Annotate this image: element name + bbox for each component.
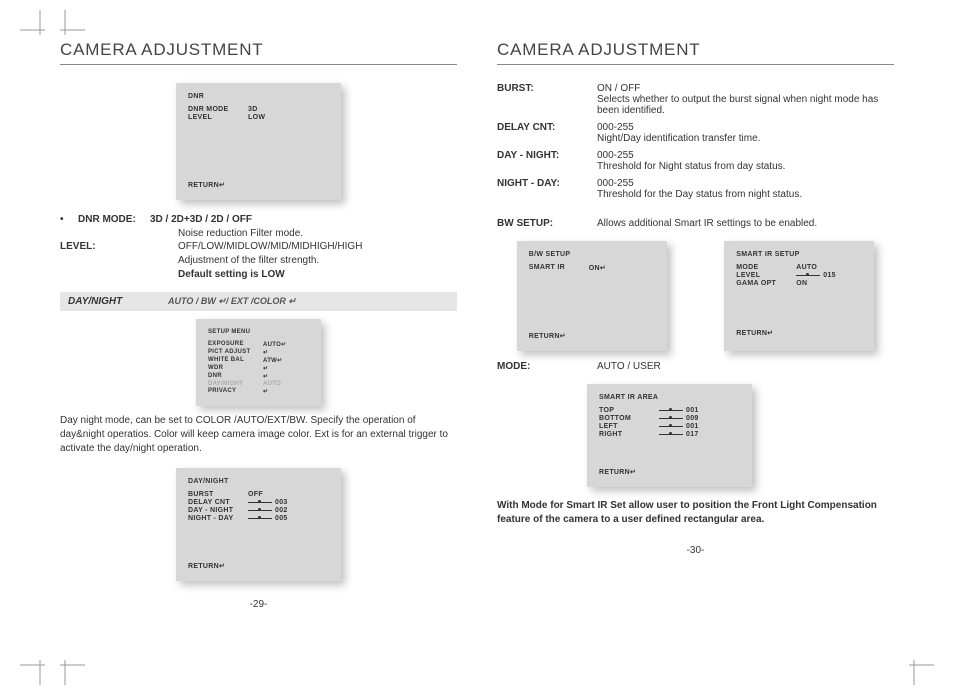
bullet-icon: • [60, 214, 78, 225]
osd-label: DNR [208, 373, 263, 380]
param-level: LEVEL: OFF/LOW/MIDLOW/MID/MIDHIGH/HIGH [60, 241, 457, 252]
osd-label: WDR [208, 365, 263, 372]
osd-slider: 015 [796, 272, 836, 279]
param-level-sub2: Default setting is LOW [178, 268, 457, 282]
osd-label: BURST [188, 491, 248, 498]
page-left: CAMERA ADJUSTMENT DNR DNR MODE3D LEVELLO… [60, 40, 457, 610]
osd-label: DAY/NIGHT [208, 381, 263, 387]
osd-daynight-box: DAY/NIGHT BURSTOFF DELAY CNT003 DAY - NI… [176, 468, 341, 581]
param-burst: BURST: ON / OFF Selects whether to outpu… [497, 83, 894, 116]
osd-value: AUTO↵ [263, 341, 286, 348]
osd-label: EXPOSURE [208, 341, 263, 348]
crop-mark-br [894, 645, 934, 685]
daynight-heading-bar: DAY/NIGHT AUTO / BW ↵/ EXT /COLOR ↵ [60, 292, 457, 311]
param-bw-setup: BW SETUP: Allows additional Smart IR set… [497, 218, 894, 229]
osd-label: LEFT [599, 423, 659, 430]
crop-mark-tl2 [45, 10, 85, 50]
osd-value: LOW [248, 114, 265, 121]
osd-return: RETURN↵ [529, 332, 566, 340]
osd-slider: 009 [659, 415, 699, 422]
osd-area-title: SMART IR AREA [599, 394, 658, 401]
osd-label: BOTTOM [599, 415, 659, 422]
osd-label: NIGHT - DAY [188, 515, 248, 522]
osd-bw-setup-box: B/W SETUP SMART IRON↵ RETURN↵ [517, 241, 667, 351]
osd-setup-title: SETUP MENU [208, 329, 250, 335]
crop-mark-bl2 [45, 645, 85, 685]
osd-dnr-title: DNR [188, 93, 248, 100]
osd-smartir-area-box: SMART IR AREA TOP001 BOTTOM009 LEFT001 R… [587, 384, 752, 487]
osd-label: DELAY CNT [188, 499, 248, 506]
param-day-night: DAY - NIGHT: 000-255 Threshold for Night… [497, 150, 894, 172]
osd-value: ON [796, 280, 807, 287]
osd-bw-title: B/W SETUP [529, 251, 571, 258]
osd-slider: 017 [659, 431, 699, 438]
osd-value: AUTO [263, 381, 281, 387]
osd-label: SMART IR [529, 264, 589, 272]
osd-value: AUTO [796, 264, 817, 271]
osd-value: 3D [248, 106, 258, 113]
osd-label: WHITE BAL [208, 357, 263, 364]
osd-value: ATW↵ [263, 357, 282, 364]
osd-label: PICT ADJUST [208, 349, 263, 356]
osd-value: OFF [248, 491, 263, 498]
osd-slider: 001 [659, 407, 699, 414]
osd-label: MODE [736, 264, 796, 271]
page-title-left: CAMERA ADJUSTMENT [60, 40, 457, 65]
param-dnr-sub: Noise reduction Filter mode. [178, 227, 457, 241]
osd-label: PRIVACY [208, 388, 263, 395]
osd-return: RETURN↵ [736, 329, 773, 337]
osd-return: RETURN↵ [188, 181, 225, 189]
page-number-right: -30- [497, 545, 894, 556]
osd-value: ON↵ [589, 264, 606, 272]
osd-label: RIGHT [599, 431, 659, 438]
osd-label: DAY - NIGHT [188, 507, 248, 514]
osd-value: ↵ [263, 388, 268, 395]
osd-label: LEVEL [736, 272, 796, 279]
osd-slider: 005 [248, 515, 288, 522]
osd-dnr-box: DNR DNR MODE3D LEVELLOW RETURN↵ [176, 83, 341, 200]
osd-label: DNR MODE [188, 106, 248, 113]
page-title-right: CAMERA ADJUSTMENT [497, 40, 894, 65]
daynight-desc: Day night mode, can be set to COLOR /AUT… [60, 414, 457, 456]
osd-setup-box: SETUP MENU EXPOSUREAUTO↵ PICT ADJUST↵ WH… [196, 319, 321, 406]
osd-return: RETURN↵ [188, 562, 225, 570]
osd-value: ↵ [263, 365, 268, 372]
param-delay-cnt: DELAY CNT: 000-255 Night/Day identificat… [497, 122, 894, 144]
footer-note: With Mode for Smart IR Set allow user to… [497, 499, 894, 527]
osd-value: ↵ [263, 349, 268, 356]
osd-return: RETURN↵ [599, 468, 636, 476]
page-number-left: -29- [60, 599, 457, 610]
page-right: CAMERA ADJUSTMENT BURST: ON / OFF Select… [497, 40, 894, 610]
osd-label: GAMA OPT [736, 280, 796, 287]
osd-smartir-setup-box: SMART IR SETUP MODEAUTO LEVEL015 GAMA OP… [724, 241, 874, 351]
osd-daynight-title: DAY/NIGHT [188, 478, 229, 485]
param-night-day: NIGHT - DAY: 000-255 Threshold for the D… [497, 178, 894, 200]
param-mode: MODE: AUTO / USER [497, 361, 894, 372]
osd-smartir-title: SMART IR SETUP [736, 251, 799, 258]
param-level-sub1: Adjustment of the filter strength. [178, 254, 457, 268]
osd-value: ↵ [263, 373, 268, 380]
osd-label: LEVEL [188, 114, 248, 121]
osd-slider: 003 [248, 499, 288, 506]
param-dnr-mode: • DNR MODE: 3D / 2D+3D / 2D / OFF [60, 214, 457, 225]
osd-label: TOP [599, 407, 659, 414]
osd-slider: 001 [659, 423, 699, 430]
osd-slider: 002 [248, 507, 288, 514]
